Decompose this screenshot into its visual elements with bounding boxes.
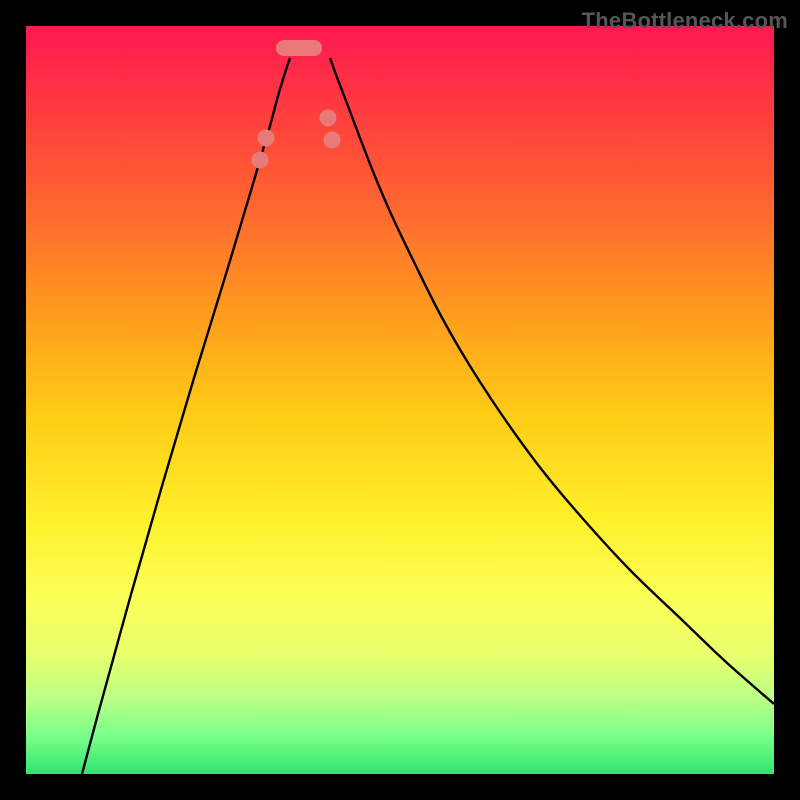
marker-dot [320, 110, 337, 127]
watermark-text: TheBottleneck.com [582, 8, 788, 34]
marker-dot [252, 152, 269, 169]
marker-dots-group [252, 110, 341, 169]
marker-dot [324, 132, 341, 149]
curve-svg [26, 26, 774, 774]
marker-dot [258, 130, 275, 147]
trough-bar [276, 40, 322, 56]
curve-right-branch [330, 58, 774, 704]
plot-area [26, 26, 774, 774]
